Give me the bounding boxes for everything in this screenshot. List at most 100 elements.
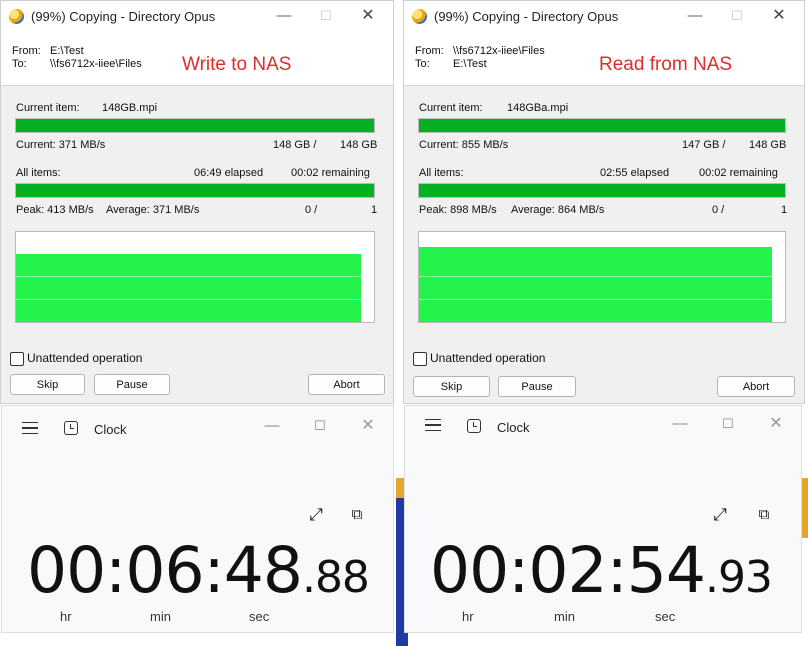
- compact-overlay-icon[interactable]: ⧉: [755, 506, 773, 524]
- window-title: (99%) Copying - Directory Opus: [434, 9, 619, 24]
- hamburger-menu-icon[interactable]: [22, 422, 38, 434]
- current-total: 148 GB: [749, 139, 787, 151]
- remaining-time: 00:02 remaining: [291, 167, 370, 179]
- speed-graph-fill: [16, 254, 361, 322]
- hamburger-menu-icon[interactable]: [425, 419, 441, 431]
- to-label: To:: [12, 58, 27, 70]
- current-item-name: 148GB.mpi: [102, 102, 158, 114]
- seconds-label: sec: [655, 609, 676, 624]
- direction-annotation: Read from NAS: [599, 54, 733, 75]
- unattended-label: Unattended operation: [430, 351, 546, 365]
- maximize-icon[interactable]: ☐: [717, 414, 739, 434]
- skip-button[interactable]: Skip: [10, 374, 85, 395]
- elapsed-time: 06:49 elapsed: [194, 167, 264, 179]
- copy-dialog-write: (99%) Copying - Directory Opus — ☐ ✕ Fro…: [0, 0, 394, 404]
- current-item-progress-bar: [418, 118, 786, 133]
- minutes-label: min: [150, 609, 171, 624]
- abort-button[interactable]: Abort: [308, 374, 385, 395]
- current-item-label: Current item:: [16, 102, 80, 114]
- window-title: Clock: [94, 422, 127, 437]
- minutes-label: min: [554, 609, 575, 624]
- current-item-progress-bar: [15, 118, 375, 133]
- maximize-icon[interactable]: ☐: [309, 416, 331, 436]
- stopwatch-main: 00:02:54: [430, 534, 706, 607]
- stopwatch-time: 00:06:48.88: [27, 534, 370, 607]
- peak-speed: Peak: 898 MB/s: [419, 204, 497, 216]
- pause-button[interactable]: Pause: [498, 376, 576, 397]
- unattended-label: Unattended operation: [27, 351, 143, 365]
- minimize-icon[interactable]: —: [684, 6, 706, 26]
- from-label: From:: [415, 45, 444, 57]
- pause-button[interactable]: Pause: [94, 374, 170, 395]
- skip-button[interactable]: Skip: [413, 376, 490, 397]
- to-path: \\fs6712x-iiee\Files: [50, 58, 142, 70]
- close-icon[interactable]: ✕: [765, 414, 787, 434]
- remaining-time: 00:02 remaining: [699, 167, 778, 179]
- current-speed: Current: 855 MB/s: [419, 139, 509, 151]
- clock-window-read: Clock — ☐ ✕ ⤢ ⧉ 00:02:54.93 hr min sec: [404, 405, 802, 633]
- hours-label: hr: [462, 609, 474, 624]
- speed-graph-fill: [419, 247, 772, 322]
- abort-button[interactable]: Abort: [717, 376, 795, 397]
- current-speed: Current: 371 MB/s: [16, 139, 106, 151]
- seconds-label: sec: [249, 609, 270, 624]
- current-total: 148 GB: [340, 139, 378, 151]
- clock-app-icon: [467, 419, 481, 433]
- stopwatch-main: 00:06:48: [27, 534, 303, 607]
- minimize-icon[interactable]: —: [669, 414, 691, 434]
- average-speed: Average: 371 MB/s: [106, 204, 200, 216]
- title-bar[interactable]: (99%) Copying - Directory Opus — ☐ ✕: [404, 1, 804, 33]
- current-done: 148 GB /: [273, 139, 317, 151]
- unattended-checkbox[interactable]: [10, 352, 24, 366]
- window-title: Clock: [497, 420, 530, 435]
- to-path: E:\Test: [453, 58, 487, 70]
- window-title: (99%) Copying - Directory Opus: [31, 9, 216, 24]
- all-items-progress-bar: [15, 183, 375, 198]
- to-label: To:: [415, 58, 430, 70]
- from-path: \\fs6712x-iiee\Files: [453, 45, 545, 57]
- close-icon[interactable]: ✕: [768, 6, 790, 26]
- source-destination-pane: From: E:\Test To: \\fs6712x-iiee\Files W…: [1, 33, 393, 86]
- expand-icon[interactable]: ⤢: [307, 506, 325, 524]
- directory-opus-icon: [9, 9, 24, 24]
- source-destination-pane: From: \\fs6712x-iiee\Files To: E:\Test R…: [404, 33, 804, 86]
- files-done: 0 /: [712, 204, 725, 216]
- from-path: E:\Test: [50, 45, 84, 57]
- maximize-icon[interactable]: ☐: [726, 6, 748, 26]
- average-speed: Average: 864 MB/s: [511, 204, 605, 216]
- files-done: 0 /: [305, 204, 318, 216]
- stopwatch-hundredths: .93: [704, 552, 773, 603]
- files-total: 1: [371, 204, 378, 216]
- minimize-icon[interactable]: —: [273, 6, 295, 26]
- expand-icon[interactable]: ⤢: [711, 506, 729, 524]
- minimize-icon[interactable]: —: [261, 416, 283, 436]
- from-label: From:: [12, 45, 41, 57]
- clock-window-write: Clock — ☐ ✕ ⤢ ⧉ 00:06:48.88 hr min sec: [1, 405, 394, 633]
- direction-annotation: Write to NAS: [182, 54, 292, 75]
- title-bar[interactable]: (99%) Copying - Directory Opus — ☐ ✕: [1, 1, 393, 33]
- maximize-icon[interactable]: ☐: [315, 6, 337, 26]
- clock-app-icon: [64, 421, 78, 435]
- graph-gridline: [16, 299, 361, 300]
- all-items-label: All items:: [16, 167, 61, 179]
- speed-graph: [418, 231, 786, 323]
- graph-gridline: [419, 299, 772, 300]
- all-items-progress-bar: [418, 183, 786, 198]
- current-done: 147 GB /: [682, 139, 726, 151]
- hours-label: hr: [60, 609, 72, 624]
- unattended-checkbox[interactable]: [413, 352, 427, 366]
- graph-gridline: [16, 276, 361, 277]
- copy-dialog-read: (99%) Copying - Directory Opus — ☐ ✕ Fro…: [403, 0, 805, 404]
- elapsed-time: 02:55 elapsed: [600, 167, 670, 179]
- close-icon[interactable]: ✕: [357, 6, 379, 26]
- close-icon[interactable]: ✕: [357, 416, 379, 436]
- speed-graph: [15, 231, 375, 323]
- files-total: 1: [781, 204, 788, 216]
- compact-overlay-icon[interactable]: ⧉: [348, 506, 366, 524]
- directory-opus-icon: [412, 9, 427, 24]
- current-item-label: Current item:: [419, 102, 483, 114]
- stopwatch-time: 00:02:54.93: [430, 534, 773, 607]
- peak-speed: Peak: 413 MB/s: [16, 204, 94, 216]
- graph-gridline: [419, 276, 772, 277]
- all-items-label: All items:: [419, 167, 464, 179]
